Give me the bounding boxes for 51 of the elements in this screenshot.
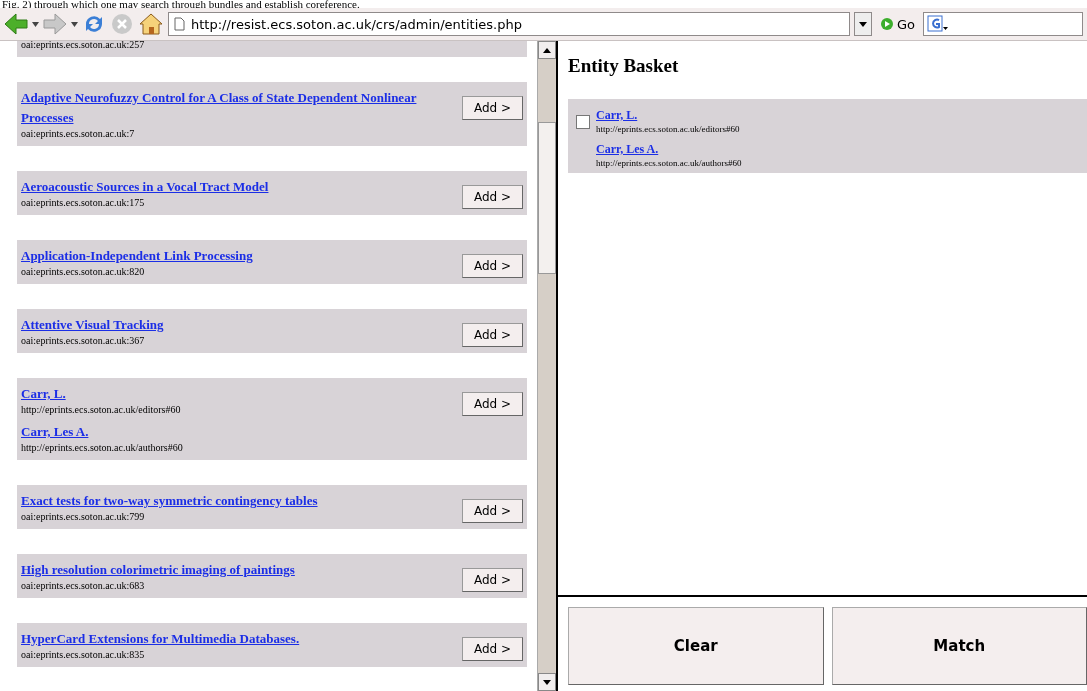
result-link[interactable]: Attentive Visual Tracking	[21, 315, 454, 335]
result-link[interactable]: Aeroacoustic Sources in a Vocal Tract Model	[21, 177, 454, 197]
go-button[interactable]: Go	[875, 16, 919, 32]
checkbox[interactable]	[576, 115, 590, 129]
result-link[interactable]: HyperCard Extensions for Multimedia Databases.	[21, 629, 454, 649]
scroll-up-icon[interactable]	[538, 41, 556, 59]
entity-uri: http://eprints.ecs.soton.ac.uk/authors#60	[596, 157, 743, 169]
search-engine-icon[interactable]	[927, 15, 949, 33]
record-id: http://eprints.ecs.soton.ac.uk/authors#60	[21, 442, 184, 454]
record-id: oai:eprints.ecs.soton.ac.uk:257	[21, 41, 146, 51]
entity-uri: http://eprints.ecs.soton.ac.uk/editors#60	[596, 123, 741, 135]
caret-icon[interactable]	[71, 21, 78, 27]
caret-icon	[858, 21, 867, 27]
add-button[interactable]: Add >	[462, 637, 523, 661]
add-button[interactable]: Add >	[462, 254, 523, 278]
record-id: oai:eprints.ecs.soton.ac.uk:367	[21, 335, 146, 347]
history-dropdown[interactable]	[853, 12, 872, 36]
add-button[interactable]: Add >	[462, 185, 523, 209]
result-link[interactable]: Adaptive Neurofuzzy Control for A Class of State Dependent Nonlinear Processes	[21, 88, 454, 128]
result-link[interactable]: Application-Independent Link Processing	[21, 246, 454, 266]
result-link[interactable]: Carr, Les A.	[21, 422, 454, 442]
add-button[interactable]: Add >	[462, 323, 523, 347]
caret-icon[interactable]	[32, 21, 39, 27]
back-arrow-icon[interactable]	[4, 13, 28, 35]
address-field[interactable]: http://resist.ecs.soton.ac.uk/crs/admin/entities.php	[168, 12, 850, 36]
page-icon	[174, 17, 185, 31]
add-button[interactable]: Add >	[462, 568, 523, 592]
clear-button[interactable]: Clear	[568, 607, 824, 685]
add-button[interactable]: Add >	[462, 392, 523, 416]
result-link[interactable]: High resolution colorimetric imaging of paintings	[21, 560, 454, 580]
scroll-thumb[interactable]	[538, 122, 556, 274]
add-button[interactable]: Add >	[462, 96, 523, 120]
record-id: oai:eprints.ecs.soton.ac.uk:683	[21, 580, 146, 592]
record-id: http://eprints.ecs.soton.ac.uk/editors#60	[21, 404, 182, 416]
scroll-down-icon[interactable]	[538, 673, 556, 691]
record-id: oai:eprints.ecs.soton.ac.uk:175	[21, 197, 146, 209]
record-id: oai:eprints.ecs.soton.ac.uk:835	[21, 649, 146, 661]
home-icon[interactable]	[138, 12, 164, 36]
play-icon	[879, 17, 894, 31]
result-link[interactable]: Carr, L.	[21, 384, 454, 404]
record-id: oai:eprints.ecs.soton.ac.uk:820	[21, 266, 146, 278]
record-id: oai:eprints.ecs.soton.ac.uk:799	[21, 511, 146, 523]
basket-heading: Entity Basket	[568, 55, 680, 77]
add-button[interactable]: Add >	[462, 499, 523, 523]
scrollbar[interactable]	[537, 41, 556, 691]
record-id: oai:eprints.ecs.soton.ac.uk:7	[21, 128, 136, 140]
entity-link[interactable]: Carr, L.	[596, 107, 1079, 123]
entity-link[interactable]: Carr, Les A.	[596, 141, 1079, 157]
result-link[interactable]: Exact tests for two-way symmetric contingency tables	[21, 491, 454, 511]
search-field[interactable]	[923, 12, 1083, 36]
match-button[interactable]: Match	[831, 607, 1087, 685]
